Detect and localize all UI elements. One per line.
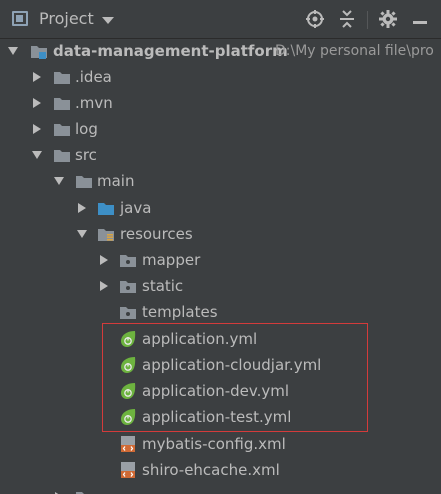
resources-folder-icon xyxy=(97,225,115,243)
folder-icon xyxy=(53,120,71,138)
tree-node-label: mapper xyxy=(142,251,201,269)
project-name: data-management-platform xyxy=(53,42,288,60)
xml-file-icon xyxy=(119,435,137,453)
collapsed-arrow-icon[interactable] xyxy=(31,123,43,135)
tree-node-src[interactable]: src xyxy=(0,143,441,167)
project-window-icon xyxy=(12,11,28,26)
xml-file-icon xyxy=(119,461,137,479)
tree-node-mvn[interactable]: .mvn xyxy=(0,91,441,115)
collapsed-arrow-icon[interactable] xyxy=(98,280,110,292)
expanded-arrow-icon[interactable] xyxy=(53,175,65,187)
project-tree: data-management-platform D:\My personal … xyxy=(0,39,441,494)
expanded-arrow-icon[interactable] xyxy=(76,228,88,240)
tree-node-label: log xyxy=(75,120,98,138)
collapsed-arrow-icon[interactable] xyxy=(98,254,110,266)
header-separator xyxy=(367,11,368,29)
tree-node-idea[interactable]: .idea xyxy=(0,65,441,89)
folder-icon xyxy=(119,251,137,269)
tree-node-label: .idea xyxy=(75,68,112,86)
tree-node-label: main xyxy=(97,172,135,190)
tree-node-log[interactable]: log xyxy=(0,117,441,141)
tree-node-mapper[interactable]: mapper xyxy=(0,248,441,272)
tree-node-label: mybatis-config.xml xyxy=(142,435,286,453)
tree-node-application-dev-yml[interactable]: application-dev.yml xyxy=(0,379,441,403)
tree-node-label: static xyxy=(142,277,184,295)
tree-node-shiro-ehcache-xml[interactable]: shiro-ehcache.xml xyxy=(0,458,441,482)
spring-leaf-icon xyxy=(119,330,137,348)
view-selector-chevron-down-icon[interactable] xyxy=(102,17,114,24)
tree-node-label: src xyxy=(75,146,97,164)
folder-icon xyxy=(119,303,137,321)
module-folder-icon xyxy=(30,42,48,60)
hide-minimize-icon[interactable] xyxy=(410,9,430,29)
folder-icon xyxy=(53,146,71,164)
tree-node-label: application-test.yml xyxy=(142,408,292,426)
folder-icon xyxy=(75,172,93,190)
collapse-all-icon[interactable] xyxy=(337,9,357,29)
collapsed-arrow-icon[interactable] xyxy=(31,97,43,109)
expanded-arrow-icon[interactable] xyxy=(7,45,19,57)
locate-crosshair-icon[interactable] xyxy=(305,9,325,29)
tree-node-application-yml[interactable]: application.yml xyxy=(0,327,441,351)
tree-node-root-project[interactable]: data-management-platform D:\My personal … xyxy=(0,39,441,63)
tree-node-resources[interactable]: resources xyxy=(0,222,441,246)
tree-node-templates[interactable]: templates xyxy=(0,300,441,324)
tree-node-label: application.yml xyxy=(142,330,258,348)
tree-node-label: shiro-ehcache.xml xyxy=(142,461,280,479)
tree-node-static[interactable]: static xyxy=(0,274,441,298)
collapsed-arrow-icon[interactable] xyxy=(31,71,43,83)
source-folder-icon xyxy=(97,199,115,217)
gear-icon[interactable] xyxy=(378,9,398,29)
folder-icon xyxy=(75,488,93,494)
project-path: D:\My personal file\pro xyxy=(275,43,434,59)
folder-icon xyxy=(119,277,137,295)
collapsed-arrow-icon[interactable] xyxy=(76,202,88,214)
expanded-arrow-icon[interactable] xyxy=(31,149,43,161)
tree-node-application-cloudjar-yml[interactable]: application-cloudjar.yml xyxy=(0,353,441,377)
tree-node-partial xyxy=(0,485,441,494)
spring-leaf-icon xyxy=(119,408,137,426)
project-view-title[interactable]: Project xyxy=(39,9,94,28)
tree-node-label: java xyxy=(120,199,152,217)
spring-leaf-icon xyxy=(119,382,137,400)
tree-node-label: templates xyxy=(142,303,218,321)
spring-leaf-icon xyxy=(119,356,137,374)
tree-node-mybatis-config-xml[interactable]: mybatis-config.xml xyxy=(0,432,441,456)
tree-node-main[interactable]: main xyxy=(0,169,441,193)
folder-icon xyxy=(53,94,71,112)
tree-node-application-test-yml[interactable]: application-test.yml xyxy=(0,405,441,429)
project-tool-window-header: Project xyxy=(0,0,441,39)
tree-node-label: resources xyxy=(120,225,193,243)
folder-icon xyxy=(53,68,71,86)
tree-node-label: application-cloudjar.yml xyxy=(142,356,322,374)
tree-node-label: .mvn xyxy=(75,94,113,112)
tree-node-java[interactable]: java xyxy=(0,196,441,220)
tree-node-label: application-dev.yml xyxy=(142,382,290,400)
